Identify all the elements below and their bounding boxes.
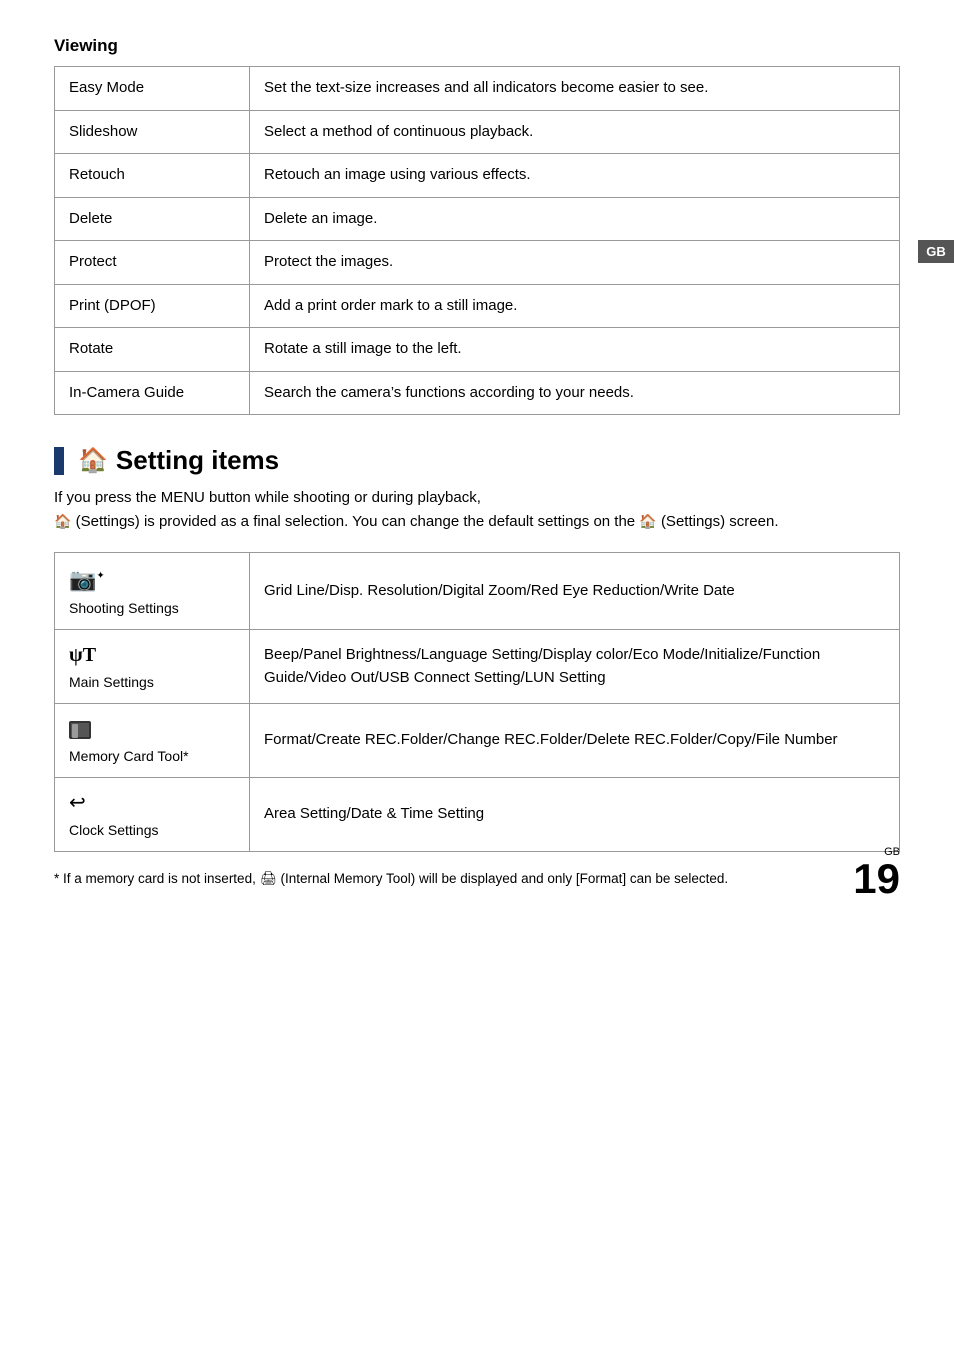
- table-row: Print (DPOF) Add a print order mark to a…: [55, 284, 900, 328]
- settings-table: 📷✦ Shooting Settings Grid Line/Disp. Res…: [54, 552, 900, 852]
- settings-table-row: 📷✦ Shooting Settings Grid Line/Disp. Res…: [55, 553, 900, 630]
- page-container: GB Viewing Easy Mode Set the text-size i…: [0, 0, 954, 930]
- settings-term-cell: 📷✦ Shooting Settings: [55, 553, 250, 630]
- description-cell: Search the camera’s functions according …: [250, 371, 900, 415]
- main-settings-icon: ψT: [69, 640, 235, 670]
- gb-side-label: GB: [918, 240, 954, 263]
- viewing-section: Viewing Easy Mode Set the text-size incr…: [54, 36, 900, 415]
- settings-table-row: ψT Main Settings Beep/Panel Brightness/L…: [55, 630, 900, 704]
- settings-description-cell: Beep/Panel Brightness/Language Setting/D…: [250, 630, 900, 704]
- body-text-1: If you press the MENU button while shoot…: [54, 489, 481, 506]
- clock-icon: ↩: [69, 788, 235, 818]
- settings-inline-icon-2: 🏠: [639, 513, 656, 529]
- settings-label: Clock Settings: [69, 820, 235, 841]
- table-row: Rotate Rotate a still image to the left.: [55, 328, 900, 372]
- table-row: Protect Protect the images.: [55, 241, 900, 285]
- term-cell: Retouch: [55, 154, 250, 198]
- term-cell: In-Camera Guide: [55, 371, 250, 415]
- viewing-heading: Viewing: [54, 36, 900, 56]
- body-text-3: (Settings) screen.: [661, 513, 779, 530]
- settings-table-row: ↩ Clock Settings Area Setting/Date & Tim…: [55, 778, 900, 852]
- description-cell: Add a print order mark to a still image.: [250, 284, 900, 328]
- description-cell: Delete an image.: [250, 197, 900, 241]
- table-row: Retouch Retouch an image using various e…: [55, 154, 900, 198]
- settings-description-cell: Area Setting/Date & Time Setting: [250, 778, 900, 852]
- page-number-area: GB 19: [853, 846, 900, 900]
- settings-label: Main Settings: [69, 672, 235, 693]
- settings-description-cell: Format/Create REC.Folder/Change REC.Fold…: [250, 704, 900, 778]
- term-cell: Delete: [55, 197, 250, 241]
- description-cell: Retouch an image using various effects.: [250, 154, 900, 198]
- setting-items-body: If you press the MENU button while shoot…: [54, 486, 900, 534]
- term-cell: Rotate: [55, 328, 250, 372]
- section-bar-icon: [54, 447, 64, 475]
- settings-term-cell: ψT Main Settings: [55, 630, 250, 704]
- settings-label: Shooting Settings: [69, 598, 235, 619]
- settings-icon: 🏠: [78, 446, 108, 475]
- description-cell: Protect the images.: [250, 241, 900, 285]
- table-row: In-Camera Guide Search the camera’s func…: [55, 371, 900, 415]
- description-cell: Set the text-size increases and all indi…: [250, 67, 900, 111]
- camera-settings-icon: 📷✦: [69, 563, 235, 596]
- viewing-table: Easy Mode Set the text-size increases an…: [54, 66, 900, 415]
- term-cell: Print (DPOF): [55, 284, 250, 328]
- table-row: Delete Delete an image.: [55, 197, 900, 241]
- settings-table-row: Memory Card Tool* Format/Create REC.Fold…: [55, 704, 900, 778]
- page-number-large: 19: [853, 855, 900, 902]
- setting-items-title: 🏠 Setting items: [54, 445, 900, 476]
- setting-items-section: 🏠 Setting items If you press the MENU bu…: [54, 445, 900, 890]
- setting-items-title-text: Setting items: [116, 445, 279, 476]
- term-cell: Protect: [55, 241, 250, 285]
- term-cell: Slideshow: [55, 110, 250, 154]
- body-text-2: (Settings) is provided as a final select…: [76, 513, 636, 530]
- table-row: Easy Mode Set the text-size increases an…: [55, 67, 900, 111]
- settings-description-cell: Grid Line/Disp. Resolution/Digital Zoom/…: [250, 553, 900, 630]
- table-row: Slideshow Select a method of continuous …: [55, 110, 900, 154]
- description-cell: Rotate a still image to the left.: [250, 328, 900, 372]
- settings-term-cell: ↩ Clock Settings: [55, 778, 250, 852]
- settings-inline-icon-1: 🏠: [54, 513, 71, 529]
- description-cell: Select a method of continuous playback.: [250, 110, 900, 154]
- term-cell: Easy Mode: [55, 67, 250, 111]
- settings-label: Memory Card Tool*: [69, 746, 235, 767]
- settings-term-cell: Memory Card Tool*: [55, 704, 250, 778]
- footnote: * If a memory card is not inserted, 🖨 (I…: [54, 868, 900, 890]
- memory-card-icon: [69, 714, 235, 744]
